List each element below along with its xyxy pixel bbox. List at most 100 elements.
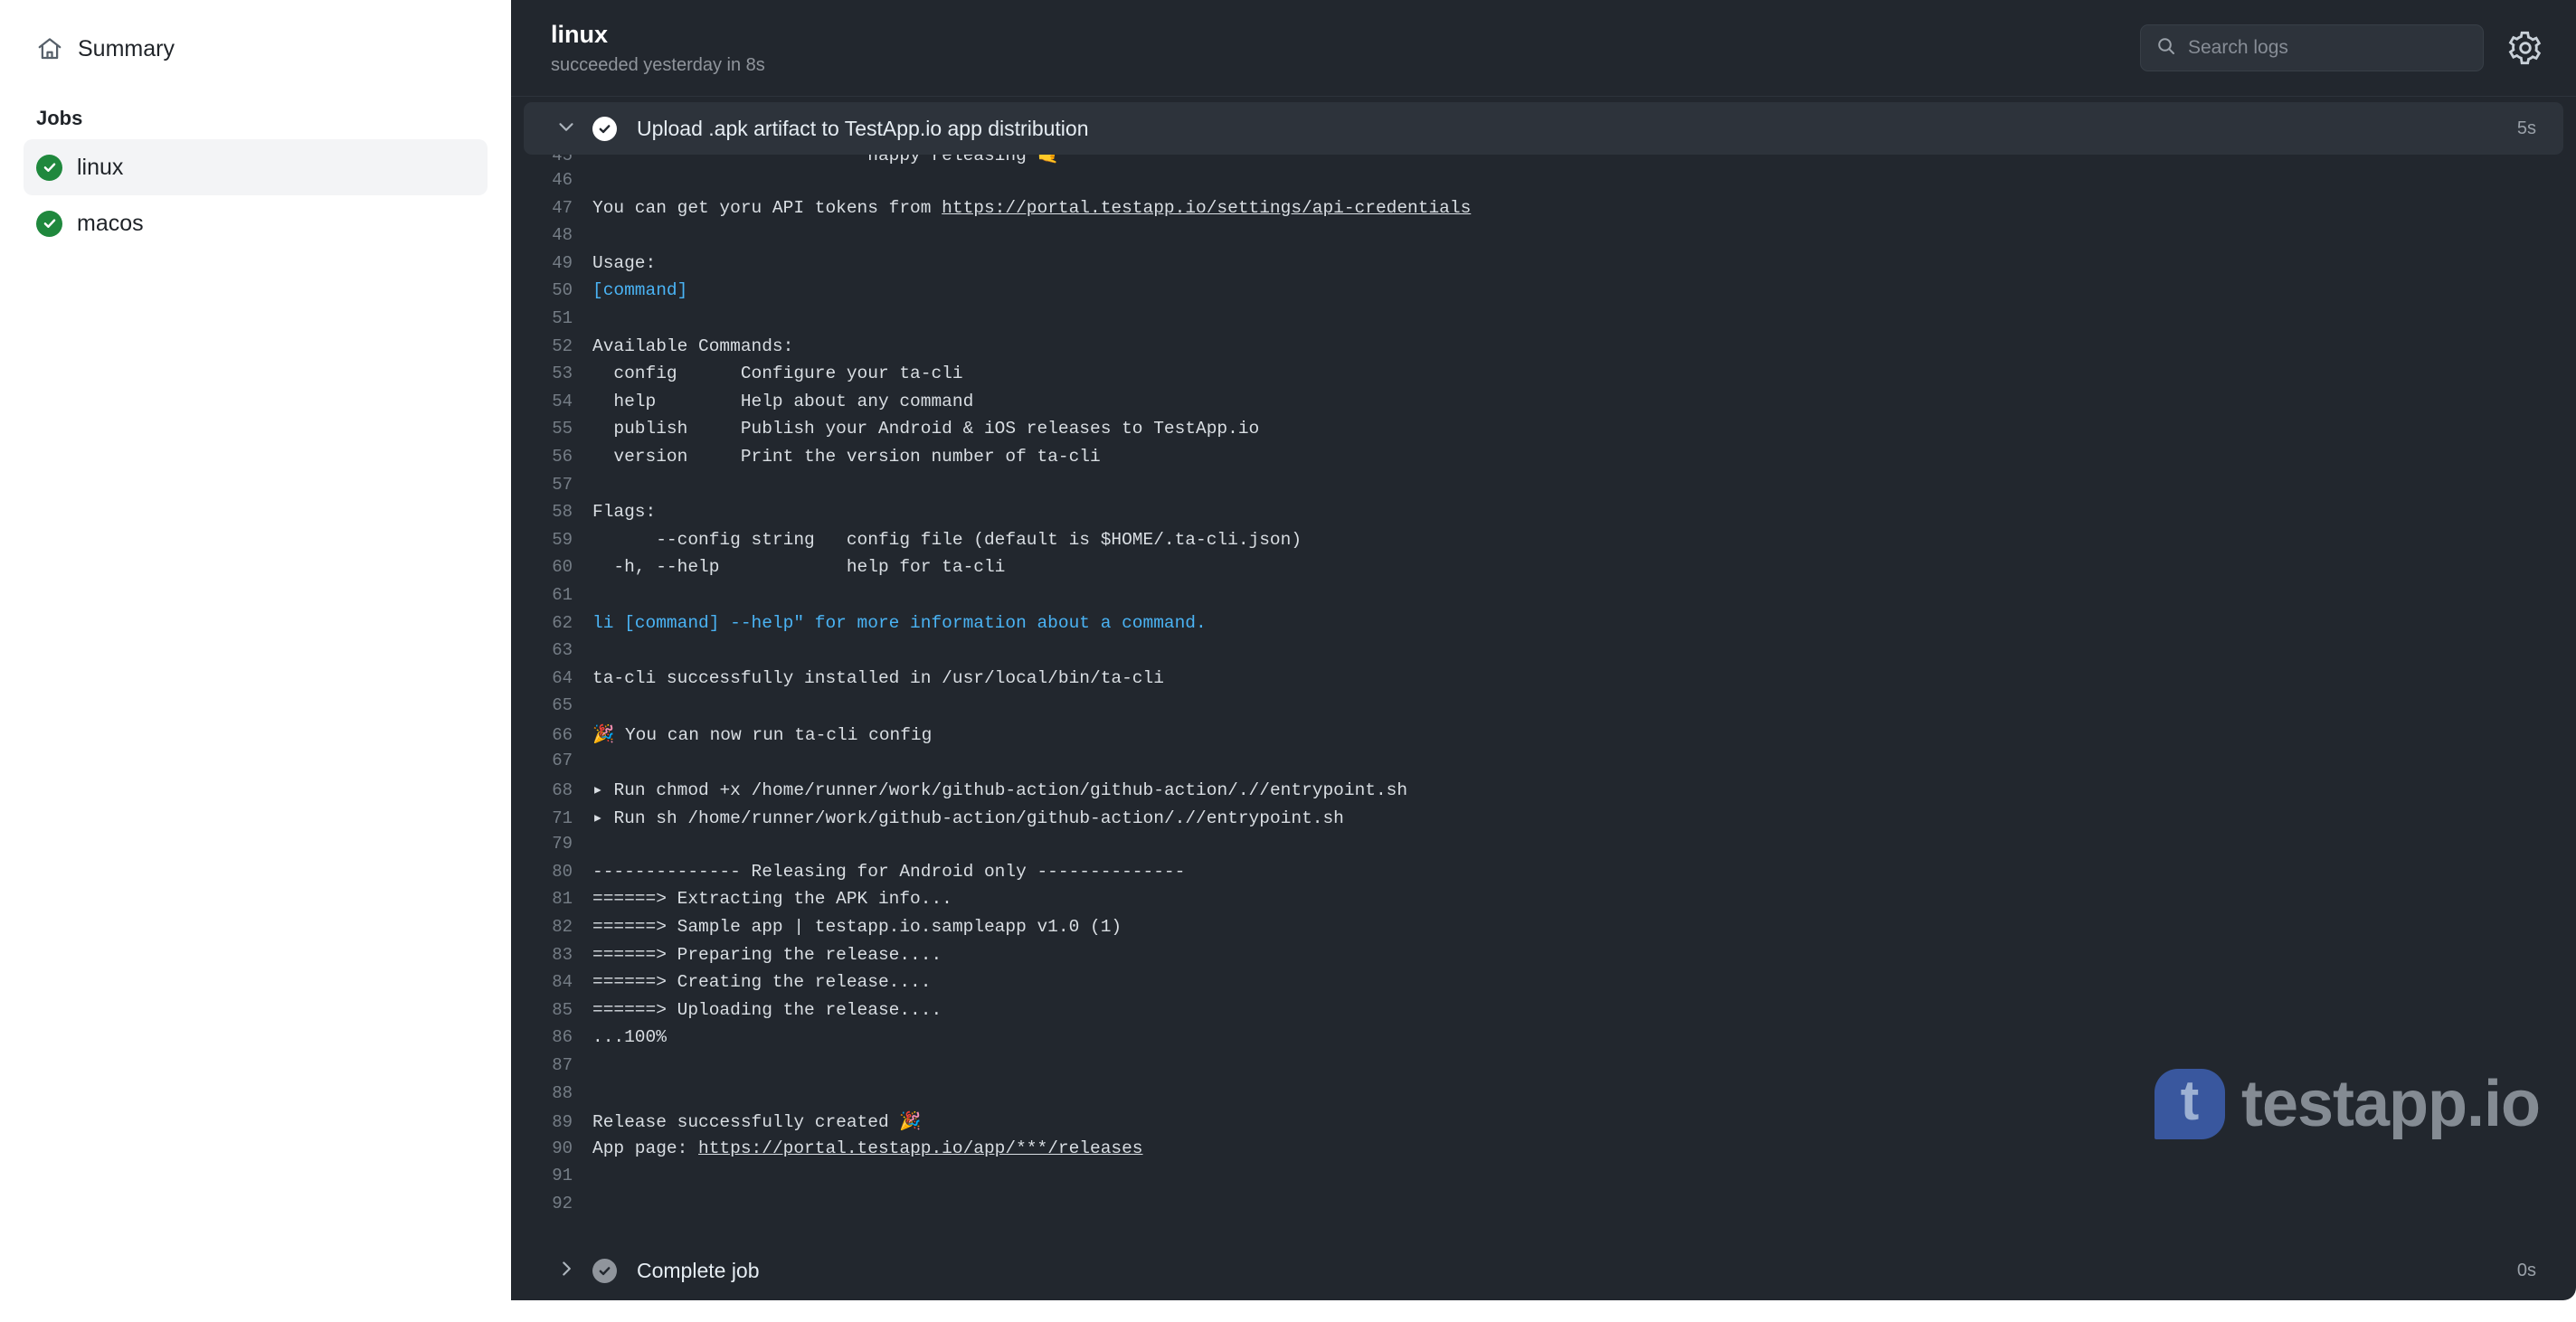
- log-line-number: 68: [552, 780, 573, 801]
- log-line: 67: [511, 751, 2576, 779]
- log-line-number: 66: [552, 724, 573, 745]
- log-line-text: You can get yoru API tokens from https:/…: [592, 197, 1472, 218]
- log-line: 64 ta-cli successfully installed in /usr/…: [511, 668, 2576, 696]
- log-line: 50 [command]: [511, 280, 2576, 308]
- log-line: 54 help Help about any command: [511, 392, 2576, 420]
- log-line: 80 -------------- Releasing for Android o…: [511, 862, 2576, 890]
- log-line-text: ...100%: [592, 1027, 667, 1048]
- log-line: 86 ...100%: [511, 1027, 2576, 1055]
- step-header-complete-job[interactable]: Complete job 0s: [524, 1244, 2563, 1297]
- log-line-number: 48: [552, 225, 573, 246]
- log-line: 89 Release successfully created 🎉: [511, 1110, 2576, 1138]
- log-line: 48: [511, 225, 2576, 253]
- log-line-text: Flags:: [592, 502, 657, 523]
- log-line: 68 ▸ Run chmod +x /home/runner/work/githu…: [511, 779, 2576, 807]
- search-input[interactable]: [2188, 37, 2468, 59]
- log-line-text: Release successfully created 🎉: [592, 1112, 922, 1133]
- log-line-number: 58: [552, 502, 573, 523]
- log-line-number: 45: [552, 155, 573, 165]
- sidebar-item-job-macos[interactable]: macos: [24, 195, 488, 251]
- success-check-icon: [592, 1258, 617, 1283]
- log-line-text: version Print the version number of ta-c…: [592, 446, 1101, 467]
- sidebar-summary-label: Summary: [78, 35, 175, 61]
- log-line-number: 53: [552, 364, 573, 384]
- log-line-number: 64: [552, 667, 573, 688]
- log-line-text: 🎉 You can now run ta-cli config: [592, 724, 933, 745]
- log-line-number: 49: [552, 252, 573, 273]
- log-line: 49 Usage:: [511, 253, 2576, 281]
- log-line-text: ta-cli successfully installed in /usr/lo…: [592, 667, 1164, 688]
- log-line-number: 55: [552, 419, 573, 439]
- log-line: 83 ======> Preparing the release....: [511, 945, 2576, 973]
- log-line: 63: [511, 640, 2576, 668]
- log-line-number: 67: [552, 751, 573, 771]
- log-footer: Complete job 0s: [511, 1241, 2576, 1300]
- log-line-text: ======> Uploading the release....: [592, 999, 942, 1020]
- log-line: 55 publish Publish your Android & iOS re…: [511, 419, 2576, 447]
- log-link[interactable]: https://portal.testapp.io/app/***/releas…: [698, 1138, 1142, 1158]
- jobs-heading: Jobs: [36, 107, 83, 129]
- log-line-text: Usage:: [592, 252, 657, 273]
- log-line: 90 App page: https://portal.testapp.io/ap…: [511, 1138, 2576, 1166]
- log-line: 87: [511, 1055, 2576, 1083]
- log-line-number: 92: [552, 1193, 573, 1213]
- workflow-run-page: Summary Jobs linux macos linux succeeded…: [0, 0, 2576, 1322]
- log-line-text: ▸ Run sh /home/runner/work/github-action…: [592, 807, 1344, 828]
- log-line-text: li [command] --help" for more informatio…: [592, 612, 1207, 633]
- log-link[interactable]: https://portal.testapp.io/settings/api-c…: [942, 198, 1471, 218]
- log-line: 45 happy releasing 🤙: [511, 155, 2576, 170]
- log-line-number: 61: [552, 584, 573, 605]
- log-line-text: -h, --help help for ta-cli: [592, 557, 1006, 578]
- log-header-titles: linux succeeded yesterday in 8s: [551, 20, 2140, 77]
- log-line-text: ======> Sample app | testapp.io.sampleap…: [592, 917, 1122, 938]
- log-line: 53 config Configure your ta-cli: [511, 364, 2576, 392]
- search-icon: [2155, 35, 2177, 61]
- sidebar: Summary Jobs linux macos: [0, 0, 511, 1322]
- log-line-text: help Help about any command: [592, 391, 974, 411]
- log-line: 66 🎉 You can now run ta-cli config: [511, 723, 2576, 751]
- log-line: 51: [511, 308, 2576, 336]
- search-logs-box[interactable]: [2140, 24, 2484, 71]
- step-title: Upload .apk artifact to TestApp.io app d…: [637, 116, 1089, 140]
- sidebar-item-summary[interactable]: Summary: [24, 22, 488, 76]
- log-line-text: config Configure your ta-cli: [592, 364, 963, 384]
- page-title: linux: [551, 20, 609, 48]
- sidebar-item-job-linux[interactable]: linux: [24, 139, 488, 195]
- log-line-text: happy releasing 🤙: [592, 155, 1059, 165]
- log-line-text: ======> Preparing the release....: [592, 944, 942, 965]
- log-line-number: 50: [552, 280, 573, 301]
- log-line-number: 56: [552, 446, 573, 467]
- log-line-number: 79: [552, 834, 573, 855]
- log-line: 61: [511, 585, 2576, 613]
- log-line-number: 60: [552, 557, 573, 578]
- log-line-text: --config string config file (default is …: [592, 529, 1302, 550]
- log-line-text: ======> Creating the release....: [592, 972, 932, 993]
- log-line-number: 59: [552, 529, 573, 550]
- log-output[interactable]: 45 happy releasing 🤙 46 47 You can get yoru…: [511, 155, 2576, 1241]
- job-label: macos: [77, 210, 144, 236]
- log-line-number: 63: [552, 640, 573, 661]
- step-header-upload-apk[interactable]: Upload .apk artifact to TestApp.io app d…: [524, 102, 2563, 155]
- log-line-number: 83: [552, 944, 573, 965]
- log-line: 47 You can get yoru API tokens from https…: [511, 198, 2576, 226]
- log-line-number: 81: [552, 889, 573, 910]
- log-line-text: App page: https://portal.testapp.io/app/…: [592, 1138, 1143, 1158]
- log-line-number: 65: [552, 695, 573, 716]
- log-line-number: 85: [552, 999, 573, 1020]
- step-title: Complete job: [637, 1258, 760, 1282]
- chevron-right-icon: [554, 1257, 578, 1285]
- log-line: 58 Flags:: [511, 502, 2576, 530]
- success-check-icon: [36, 210, 62, 237]
- log-lines: 45 happy releasing 🤙 46 47 You can get yoru…: [511, 155, 2576, 1222]
- log-line: 59 --config string config file (default …: [511, 530, 2576, 558]
- run-status-text: succeeded yesterday in 8s: [551, 55, 765, 76]
- log-line-number: 91: [552, 1166, 573, 1186]
- log-line-number: 86: [552, 1027, 573, 1048]
- log-header: linux succeeded yesterday in 8s: [511, 0, 2576, 97]
- log-line-number: 62: [552, 612, 573, 633]
- log-line-number: 84: [552, 972, 573, 993]
- step-duration: 5s: [2516, 118, 2536, 138]
- gear-icon[interactable]: [2507, 30, 2543, 66]
- log-panel: linux succeeded yesterday in 8s Search l…: [511, 0, 2576, 1300]
- chevron-down-icon: [554, 115, 578, 143]
